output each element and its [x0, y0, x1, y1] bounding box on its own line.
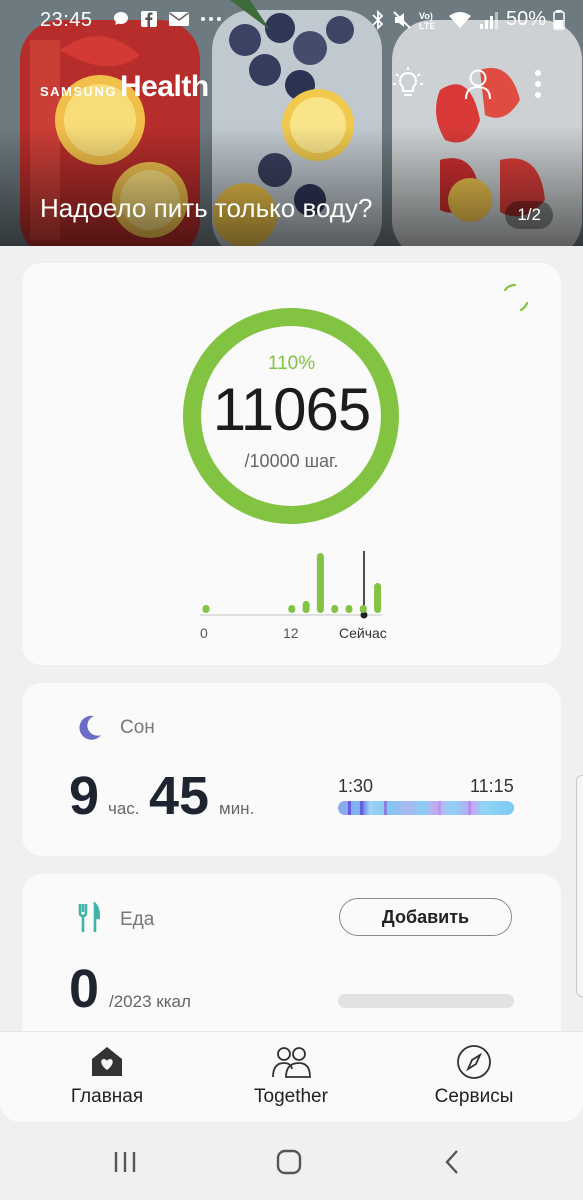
home-square-icon: [276, 1149, 302, 1175]
volte-icon: Vo)LTE: [419, 11, 435, 30]
recent-apps-button[interactable]: [105, 1144, 145, 1180]
signal-icon: [479, 11, 498, 29]
sleep-minutes-unit: мин.: [219, 799, 255, 818]
steps-card[interactable]: 110% 11065 /10000 шаг. 0 12 Сейчас: [22, 263, 561, 665]
more-dots-icon: [201, 17, 221, 21]
axis-label-0: 0: [200, 625, 208, 641]
add-food-button[interactable]: Добавить: [339, 898, 512, 936]
sync-spinner-icon: [503, 283, 529, 312]
svg-text:Vo): Vo): [419, 11, 433, 21]
hero-title: Надоело пить только воду?: [40, 193, 373, 223]
back-chevron-icon: [445, 1150, 458, 1174]
hero-page-indicator: 1/2: [505, 201, 553, 229]
status-time: 23:45: [40, 9, 93, 31]
brand-samsung: SAMSUNG: [40, 84, 117, 99]
nav-together-label: Together: [254, 1086, 328, 1107]
steps-count: 11065: [212, 376, 371, 443]
back-button[interactable]: [432, 1144, 472, 1180]
chat-bubble-icon: [114, 12, 128, 25]
moon-icon: [79, 715, 101, 740]
tips-button[interactable]: [391, 64, 425, 104]
steps-percent: 110%: [267, 353, 316, 374]
food-calories: 0: [69, 959, 100, 1019]
nav-home-label: Главная: [70, 1086, 144, 1107]
facebook-icon: [141, 11, 157, 27]
samsung-health-logo: SAMSUNG Health: [40, 70, 209, 104]
sleep-start-time: 1:30: [338, 776, 374, 796]
hero-banner[interactable]: 23:45 Vo) LTE 50% SAMSUNG Health Надоело…: [0, 0, 583, 246]
more-vertical-icon: [535, 70, 541, 98]
nav-services[interactable]: Сервисы: [394, 1042, 554, 1108]
steps-goal: /10000 шаг.: [244, 451, 339, 471]
people-icon: [272, 1047, 311, 1078]
nav-together[interactable]: Together: [211, 1042, 371, 1108]
hour-bar: [316, 553, 324, 613]
compass-icon: [457, 1045, 491, 1079]
mail-icon: [169, 12, 189, 26]
header-actions: [391, 64, 545, 104]
nav-home[interactable]: Главная: [27, 1042, 187, 1108]
hour-bar: [345, 605, 353, 613]
sleep-hours: 9: [69, 766, 100, 826]
hour-bar: [331, 605, 339, 613]
profile-button[interactable]: [461, 64, 495, 104]
profile-icon: [465, 69, 491, 100]
battery-percent: 50%: [505, 8, 546, 30]
bluetooth-icon: [372, 9, 384, 30]
brand-health: Health: [119, 70, 209, 103]
axis-label-12: 12: [283, 625, 299, 641]
recent-apps-icon: [114, 1152, 136, 1172]
hour-bar: [288, 605, 296, 613]
hour-bar: [202, 605, 210, 613]
bottom-navigation: Главная Together Сервисы: [0, 1032, 583, 1122]
svg-text:LTE: LTE: [419, 21, 435, 30]
status-bar: 23:45 Vo) LTE 50%: [0, 0, 583, 40]
hero-gradient: [0, 126, 583, 246]
system-navigation-bar: [0, 1122, 583, 1200]
food-label: Еда: [120, 909, 155, 930]
sleep-card[interactable]: Сон 9 час. 45 мин. 1:30 11:15: [22, 683, 561, 856]
hourly-steps-chart: [200, 551, 382, 619]
sleep-hours-unit: час.: [108, 799, 140, 818]
fork-knife-icon: [78, 902, 100, 932]
lightbulb-icon: [393, 67, 423, 96]
sleep-minutes: 45: [149, 766, 210, 826]
food-progress-bar: [338, 994, 514, 1008]
nav-services-label: Сервисы: [434, 1086, 514, 1107]
more-options-button[interactable]: [531, 64, 545, 104]
hour-bar: [359, 605, 367, 613]
hour-bar: [302, 601, 310, 613]
battery-icon: [553, 9, 565, 30]
home-button[interactable]: [269, 1144, 309, 1180]
food-card[interactable]: Еда Добавить 0 /2023 ккал: [22, 874, 561, 1054]
home-heart-icon: [92, 1047, 122, 1076]
edge-panel-handle[interactable]: [576, 775, 583, 997]
mute-icon: [393, 10, 411, 29]
axis-label-now: Сейчас: [339, 625, 387, 641]
hour-bar: [374, 583, 382, 613]
status-system-icons: Vo) LTE 50%: [371, 8, 565, 31]
food-goal: /2023 ккал: [109, 992, 191, 1011]
sleep-label: Сон: [120, 717, 155, 738]
sleep-stages-bar: [338, 801, 514, 815]
status-notification-icons: [112, 10, 222, 28]
wifi-icon: [448, 11, 471, 28]
sleep-end-time: 11:15: [470, 776, 514, 796]
